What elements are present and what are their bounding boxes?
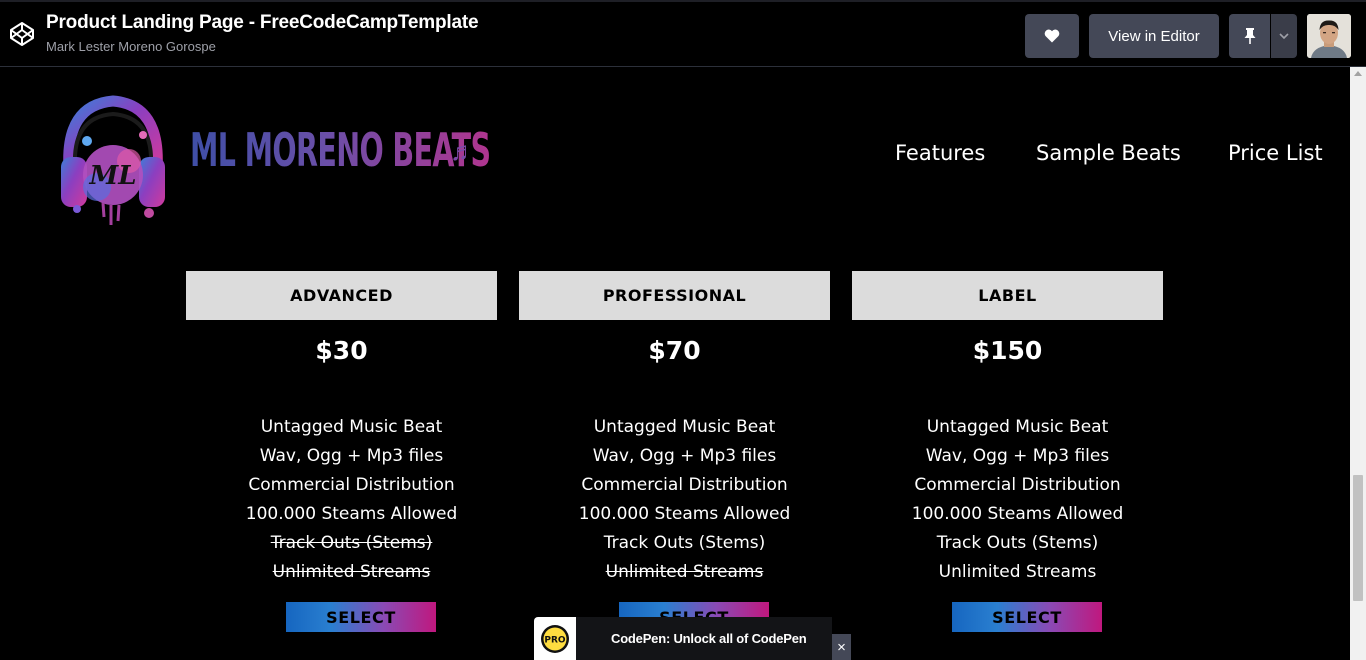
nav-link-price-list[interactable]: Price List <box>1228 141 1323 165</box>
headphones-logo-icon[interactable]: ML <box>57 87 169 229</box>
pin-dropdown-button[interactable] <box>1271 14 1297 58</box>
select-button[interactable]: SELECT <box>952 602 1102 632</box>
pin-button[interactable] <box>1229 14 1270 58</box>
feature-list: Untagged Music Beat Wav, Ogg + Mp3 files… <box>186 413 497 587</box>
heart-icon <box>1044 29 1060 43</box>
feature-list: Untagged Music Beat Wav, Ogg + Mp3 files… <box>519 413 830 587</box>
feature-item: Unlimited Streams <box>938 562 1097 582</box>
pro-badge: PRO <box>534 617 576 660</box>
promo-text[interactable]: CodePen: Unlock all of CodePen <box>611 631 807 646</box>
feature-item: Commercial Distribution <box>581 475 788 495</box>
feature-item: Commercial Distribution <box>914 475 1121 495</box>
pen-preview: ML ML MORENO BEATS ♬ Features Sample Bea… <box>0 67 1350 660</box>
feature-item: Track Outs (Stems) <box>270 533 433 553</box>
feature-item: 100.000 Steams Allowed <box>911 504 1124 524</box>
plan-price: $70 <box>648 336 701 365</box>
plan-price: $30 <box>315 336 368 365</box>
pro-badge-text: PRO <box>544 635 566 645</box>
view-in-editor-button[interactable]: View in Editor <box>1089 14 1219 58</box>
price-card-advanced: ADVANCED $30 Untagged Music Beat Wav, Og… <box>186 271 497 632</box>
feature-item: Commercial Distribution <box>248 475 455 495</box>
nav-link-features[interactable]: Features <box>895 141 985 165</box>
select-button[interactable]: SELECT <box>286 602 436 632</box>
svg-text:ML: ML <box>88 161 136 191</box>
plan-price: $150 <box>972 336 1043 365</box>
pen-title[interactable]: Product Landing Page - FreeCodeCampTempl… <box>46 12 479 34</box>
close-icon[interactable]: × <box>832 634 851 660</box>
nav-link-sample-beats[interactable]: Sample Beats <box>1036 141 1181 165</box>
like-button[interactable] <box>1025 14 1079 58</box>
feature-item: Track Outs (Stems) <box>603 533 766 553</box>
scroll-up-arrow-icon[interactable] <box>1354 71 1362 76</box>
feature-list: Untagged Music Beat Wav, Ogg + Mp3 files… <box>852 413 1163 587</box>
pro-promo-banner[interactable]: PRO CodePen: Unlock all of CodePen <box>534 617 832 660</box>
feature-item: 100.000 Steams Allowed <box>578 504 791 524</box>
pro-badge-icon: PRO <box>541 624 569 653</box>
feature-item: Untagged Music Beat <box>593 417 776 437</box>
feature-item: Untagged Music Beat <box>260 417 443 437</box>
music-note-icon: ♬ <box>450 136 476 166</box>
vertical-scrollbar[interactable] <box>1350 67 1366 660</box>
price-card-professional: PROFESSIONAL $70 Untagged Music Beat Wav… <box>519 271 830 632</box>
scrollbar-thumb[interactable] <box>1353 475 1363 601</box>
feature-item: Wav, Ogg + Mp3 files <box>259 446 444 466</box>
brand-name[interactable]: ML MORENO BEATS <box>190 123 491 177</box>
plan-name: PROFESSIONAL <box>519 271 830 320</box>
feature-item: 100.000 Steams Allowed <box>245 504 458 524</box>
feature-item: Wav, Ogg + Mp3 files <box>592 446 777 466</box>
avatar-image <box>1307 14 1351 58</box>
pen-author[interactable]: Mark Lester Moreno Gorospe <box>46 39 216 54</box>
price-card-label: LABEL $150 Untagged Music Beat Wav, Ogg … <box>852 271 1163 632</box>
feature-item: Wav, Ogg + Mp3 files <box>925 446 1110 466</box>
feature-item: Untagged Music Beat <box>926 417 1109 437</box>
user-avatar[interactable] <box>1307 14 1351 58</box>
plan-name: ADVANCED <box>186 271 497 320</box>
pin-icon <box>1244 28 1255 44</box>
feature-item: Track Outs (Stems) <box>936 533 1099 553</box>
codepen-header: Product Landing Page - FreeCodeCampTempl… <box>0 0 1366 67</box>
plan-name: LABEL <box>852 271 1163 320</box>
codepen-logo-icon[interactable] <box>8 20 36 48</box>
chevron-down-icon <box>1279 33 1289 40</box>
feature-item: Unlimited Streams <box>272 562 431 582</box>
feature-item: Unlimited Streams <box>605 562 764 582</box>
